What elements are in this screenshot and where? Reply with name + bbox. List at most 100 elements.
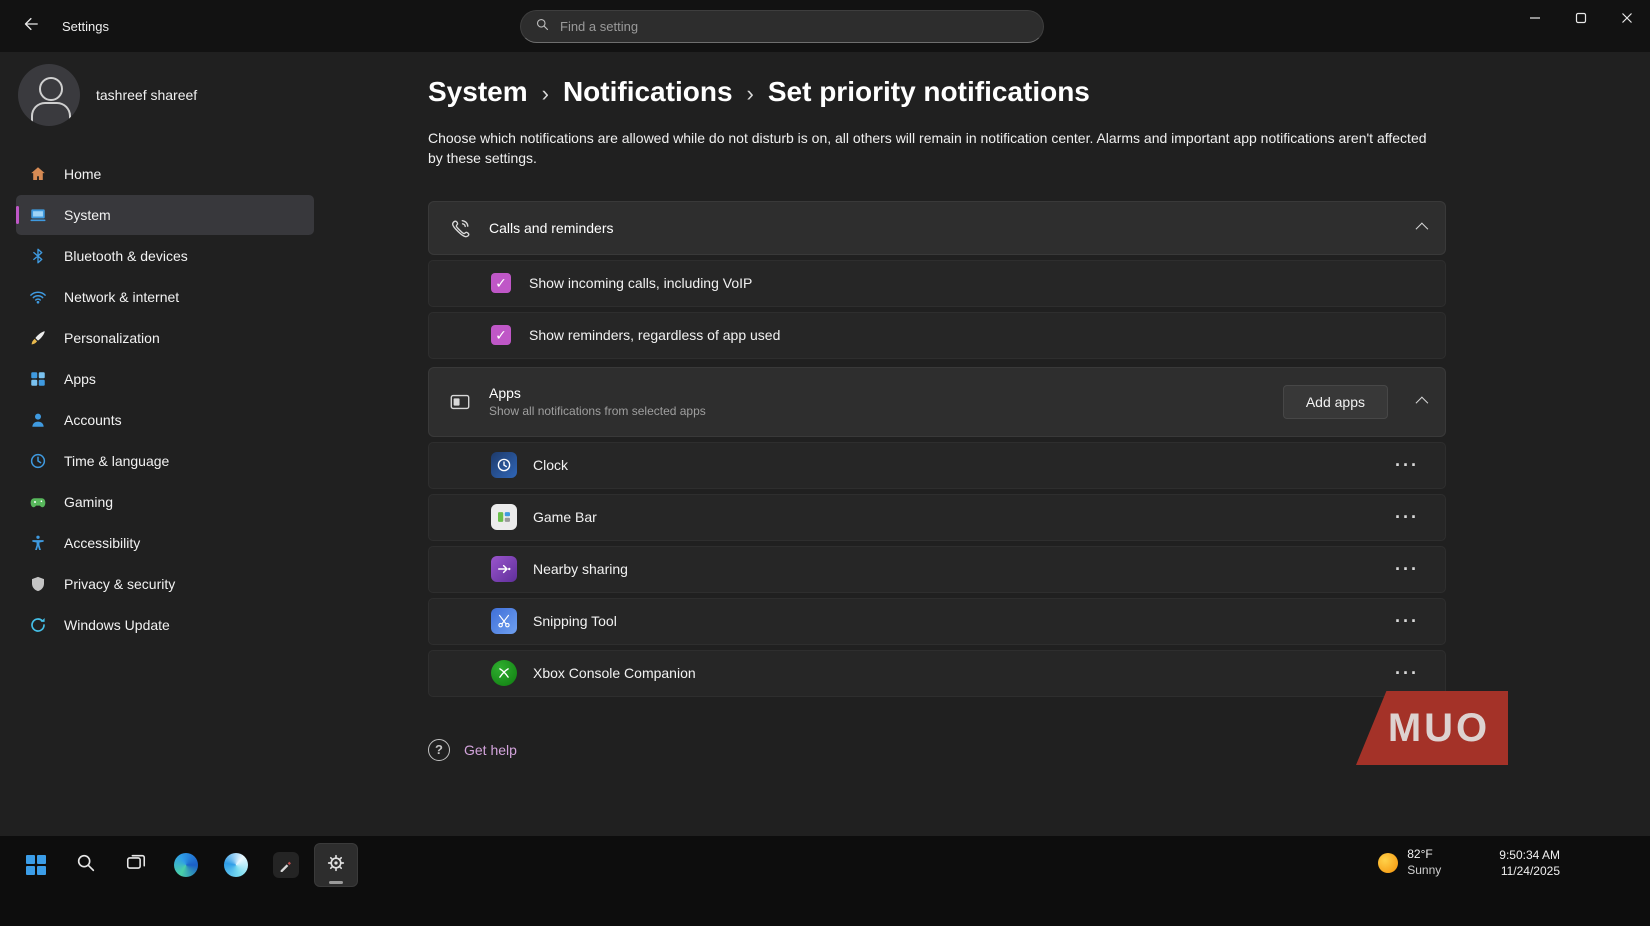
sidebar-item-label: Personalization xyxy=(64,330,160,346)
sidebar-item-accessibility[interactable]: Accessibility xyxy=(16,523,314,563)
sidebar-item-time-language[interactable]: Time & language xyxy=(16,441,314,481)
snipping-tool-app-icon xyxy=(491,608,517,634)
page-description: Choose which notifications are allowed w… xyxy=(428,128,1430,169)
toggle-label: Show incoming calls, including VoIP xyxy=(529,275,752,291)
game-bar-app-icon xyxy=(491,504,517,530)
chevron-up-icon[interactable] xyxy=(1416,397,1429,410)
task-view-button[interactable] xyxy=(114,843,158,887)
more-options-button[interactable]: ··· xyxy=(1389,453,1425,478)
maximize-icon xyxy=(1575,12,1587,24)
apps-icon xyxy=(28,369,48,389)
start-button[interactable] xyxy=(14,843,58,887)
apps-section-title: Apps xyxy=(489,385,706,401)
system-icon xyxy=(28,205,48,225)
update-icon xyxy=(28,615,48,635)
taskbar-search-button[interactable] xyxy=(64,843,108,887)
clock-icon xyxy=(28,451,48,471)
breadcrumb-separator: › xyxy=(747,78,754,107)
sidebar-item-label: System xyxy=(64,207,111,223)
person-icon xyxy=(28,410,48,430)
maximize-button[interactable] xyxy=(1558,0,1604,36)
back-button[interactable] xyxy=(14,10,46,42)
sidebar-item-network[interactable]: Network & internet xyxy=(16,277,314,317)
more-options-button[interactable]: ··· xyxy=(1389,557,1425,582)
browser-button[interactable] xyxy=(214,843,258,887)
chevron-up-icon[interactable] xyxy=(1416,223,1429,236)
reminders-checkbox[interactable] xyxy=(491,325,511,345)
app-name: Nearby sharing xyxy=(533,561,628,577)
sidebar-item-gaming[interactable]: Gaming xyxy=(16,482,314,522)
help-icon xyxy=(428,739,450,761)
sidebar-item-apps[interactable]: Apps xyxy=(16,359,314,399)
search-input[interactable] xyxy=(560,19,1029,34)
search-box[interactable] xyxy=(520,10,1044,43)
weather-temp: 82°F xyxy=(1407,847,1441,863)
selected-indicator xyxy=(16,206,19,224)
apps-group: Apps Show all notifications from selecte… xyxy=(428,367,1446,697)
sidebar-item-label: Accounts xyxy=(64,412,122,428)
minimize-icon xyxy=(1529,12,1541,24)
get-help-link[interactable]: Get help xyxy=(464,742,517,758)
sidebar-item-label: Windows Update xyxy=(64,617,170,633)
weather-widget[interactable]: 82°F Sunny xyxy=(1378,847,1441,878)
sidebar-item-personalization[interactable]: Personalization xyxy=(16,318,314,358)
close-button[interactable] xyxy=(1604,0,1650,36)
search-icon xyxy=(75,852,97,879)
pen-app-button[interactable] xyxy=(264,843,308,887)
sidebar: tashreef shareef Home System Blu xyxy=(0,52,330,836)
wifi-icon xyxy=(28,287,48,307)
taskbar-clock[interactable]: 9:50:34 AM 11/24/2025 xyxy=(1499,847,1560,879)
brush-icon xyxy=(28,328,48,348)
app-name: Game Bar xyxy=(533,509,597,525)
accessibility-icon xyxy=(28,533,48,553)
calls-reminders-title: Calls and reminders xyxy=(489,220,614,236)
search-icon xyxy=(535,17,550,37)
app-row-xbox: Xbox Console Companion ··· xyxy=(428,650,1446,697)
app-row-game-bar: Game Bar ··· xyxy=(428,494,1446,541)
windows-logo-icon xyxy=(26,855,46,875)
sidebar-item-windows-update[interactable]: Windows Update xyxy=(16,605,314,645)
close-icon xyxy=(1621,12,1633,24)
app-name: Snipping Tool xyxy=(533,613,617,629)
avatar xyxy=(18,64,80,126)
apps-expander[interactable]: Apps Show all notifications from selecte… xyxy=(428,367,1446,437)
calls-icon xyxy=(447,215,473,241)
app-row-clock: Clock ··· xyxy=(428,442,1446,489)
sidebar-item-label: Apps xyxy=(64,371,96,387)
app-title: Settings xyxy=(62,19,109,34)
sidebar-item-system[interactable]: System xyxy=(16,195,314,235)
window-controls xyxy=(1512,0,1650,36)
sidebar-item-label: Time & language xyxy=(64,453,169,469)
sidebar-item-home[interactable]: Home xyxy=(16,154,314,194)
minimize-button[interactable] xyxy=(1512,0,1558,36)
sidebar-item-accounts[interactable]: Accounts xyxy=(16,400,314,440)
edge-browser-button[interactable] xyxy=(164,843,208,887)
toggle-row-reminders: Show reminders, regardless of app used xyxy=(428,312,1446,359)
sidebar-item-privacy[interactable]: Privacy & security xyxy=(16,564,314,604)
browser-icon xyxy=(224,853,248,877)
app-name: Xbox Console Companion xyxy=(533,665,696,681)
clock-time: 9:50:34 AM xyxy=(1499,847,1560,863)
sidebar-item-bluetooth[interactable]: Bluetooth & devices xyxy=(16,236,314,276)
bluetooth-icon xyxy=(28,246,48,266)
weather-condition: Sunny xyxy=(1407,863,1441,879)
incoming-calls-checkbox[interactable] xyxy=(491,273,511,293)
more-options-button[interactable]: ··· xyxy=(1389,609,1425,634)
calls-reminders-expander[interactable]: Calls and reminders xyxy=(428,201,1446,255)
sidebar-item-label: Network & internet xyxy=(64,289,179,305)
breadcrumb-separator: › xyxy=(542,78,549,107)
add-apps-button[interactable]: Add apps xyxy=(1283,385,1388,419)
settings-taskbar-button[interactable] xyxy=(314,843,358,887)
app-window-icon xyxy=(447,389,473,415)
pen-icon xyxy=(273,852,299,878)
app-name: Clock xyxy=(533,457,568,473)
more-options-button[interactable]: ··· xyxy=(1389,661,1425,686)
user-account[interactable]: tashreef shareef xyxy=(18,64,312,126)
breadcrumb-system[interactable]: System xyxy=(428,76,528,108)
edge-icon xyxy=(174,853,198,877)
breadcrumb-notifications[interactable]: Notifications xyxy=(563,76,733,108)
gamepad-icon xyxy=(28,492,48,512)
sidebar-item-label: Home xyxy=(64,166,101,182)
nearby-sharing-app-icon xyxy=(491,556,517,582)
more-options-button[interactable]: ··· xyxy=(1389,505,1425,530)
